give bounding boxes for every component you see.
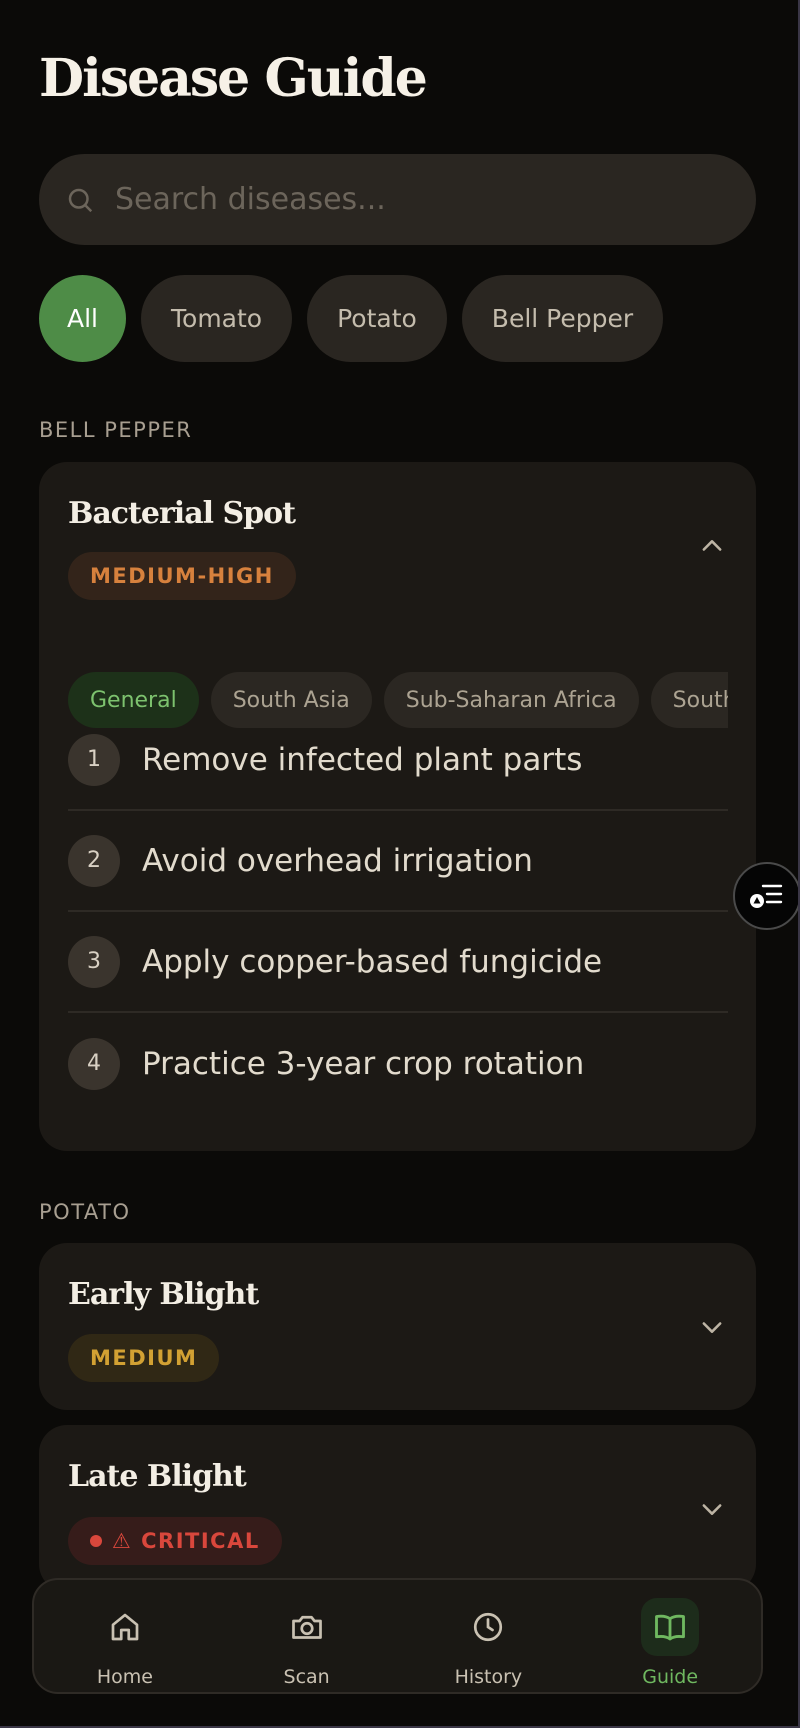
- bottom-navigation: Home Scan History Guide: [32, 1578, 763, 1694]
- severity-label: ⚠ CRITICAL: [112, 1529, 260, 1553]
- severity-badge: MEDIUM-HIGH: [68, 552, 296, 600]
- chevron-down-icon[interactable]: [698, 1313, 726, 1341]
- treatment-step: 1 Remove infected plant parts: [68, 710, 728, 811]
- search-icon: [68, 188, 93, 212]
- severity-badge: ⚠ CRITICAL: [68, 1517, 282, 1565]
- search-bar[interactable]: [39, 154, 756, 245]
- home-icon: [111, 1613, 139, 1641]
- step-number: 1: [68, 733, 120, 786]
- book-open-icon: [655, 1614, 686, 1641]
- disease-name: Early Blight: [68, 1277, 259, 1312]
- chevron-up-icon[interactable]: [698, 532, 726, 560]
- severity-badge: MEDIUM: [68, 1334, 220, 1382]
- disease-guide-screen: Disease Guide All Tomato Potato Bell Pep…: [0, 0, 798, 1726]
- disease-card-bacterial-spot: Bacterial Spot MEDIUM-HIGH General South…: [39, 462, 756, 1151]
- clock-icon: [474, 1612, 503, 1642]
- treatment-step: 2 Avoid overhead irrigation: [68, 811, 728, 912]
- filter-chip-bell-pepper[interactable]: Bell Pepper: [461, 275, 664, 362]
- nav-label: Home: [96, 1666, 153, 1688]
- menu-filter-icon: [750, 884, 783, 908]
- step-text: Remove infected plant parts: [142, 741, 583, 778]
- nav-tab-guide[interactable]: Guide: [579, 1580, 761, 1692]
- step-number: 2: [68, 834, 120, 887]
- filter-chip-all[interactable]: All: [39, 275, 126, 362]
- nav-label: Guide: [642, 1666, 699, 1688]
- treatment-step: 4 Practice 3-year crop rotation: [68, 1013, 728, 1114]
- step-text: Avoid overhead irrigation: [142, 842, 533, 879]
- treatment-step: 3 Apply copper-based fungicide: [68, 912, 728, 1013]
- step-number: 3: [68, 935, 120, 988]
- filter-chip-tomato[interactable]: Tomato: [141, 275, 293, 362]
- treatment-steps: 1 Remove infected plant parts 2 Avoid ov…: [68, 710, 728, 1114]
- nav-label: Scan: [283, 1666, 330, 1688]
- nav-label: History: [454, 1666, 523, 1688]
- section-label-bell-pepper: BELL PEPPER: [39, 418, 193, 442]
- nav-tab-scan[interactable]: Scan: [216, 1580, 398, 1692]
- disease-card-early-blight[interactable]: Early Blight MEDIUM: [39, 1243, 756, 1410]
- camera-icon: [291, 1615, 322, 1639]
- disease-card-late-blight[interactable]: Late Blight ⚠ CRITICAL: [39, 1425, 756, 1592]
- filter-chip-potato[interactable]: Potato: [307, 275, 447, 362]
- chevron-down-icon[interactable]: [698, 1495, 726, 1523]
- crop-filter-chips: All Tomato Potato Bell Pepper: [39, 275, 664, 362]
- page-title: Disease Guide: [39, 48, 428, 109]
- disease-name: Late Blight: [68, 1459, 247, 1494]
- floating-menu-button[interactable]: [733, 862, 798, 930]
- search-input[interactable]: [115, 182, 715, 217]
- critical-dot-icon: [90, 1535, 102, 1547]
- step-number: 4: [68, 1037, 120, 1090]
- disease-name: Bacterial Spot: [68, 496, 296, 531]
- step-text: Apply copper-based fungicide: [142, 943, 603, 980]
- nav-tab-home[interactable]: Home: [34, 1580, 216, 1692]
- nav-tab-history[interactable]: History: [398, 1580, 580, 1692]
- section-label-potato: POTATO: [39, 1200, 131, 1224]
- step-text: Practice 3-year crop rotation: [142, 1045, 585, 1082]
